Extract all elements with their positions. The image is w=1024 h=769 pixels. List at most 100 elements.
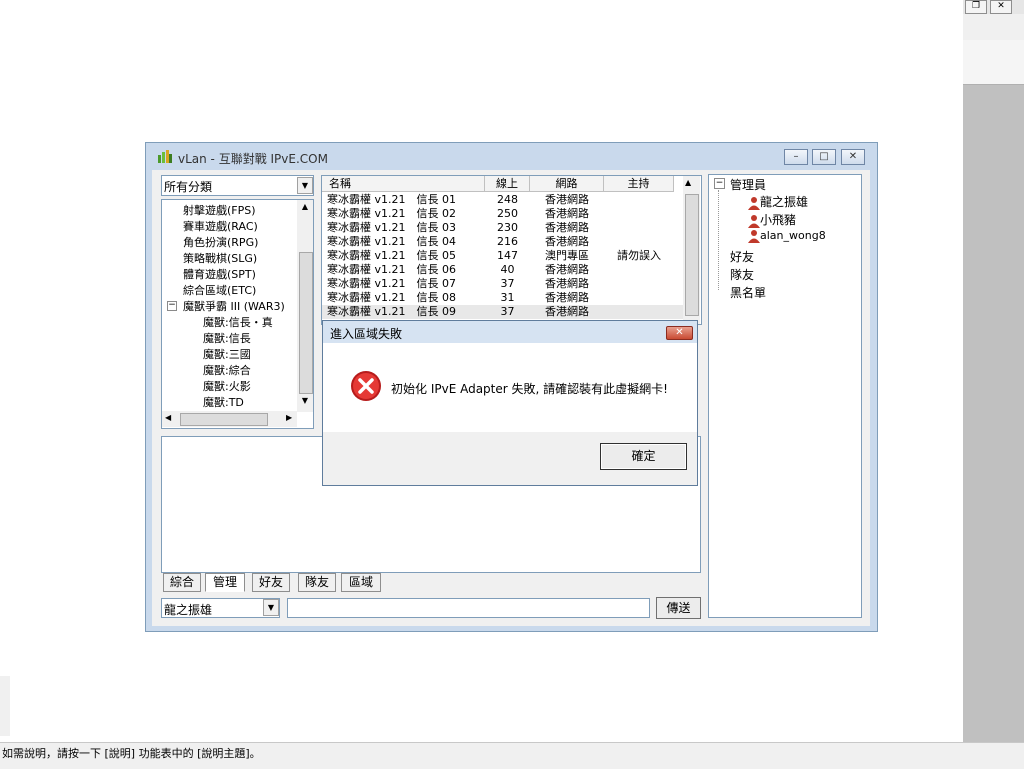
- table-row[interactable]: 寒冰霸權 v1.21 信長 04 216 香港網路: [322, 235, 683, 249]
- chevron-down-glyph: ▼: [267, 603, 275, 612]
- cell-name: 寒冰霸權 v1.21 信長 06: [327, 263, 456, 276]
- person-icon: [748, 196, 760, 210]
- close-icon: ✕: [675, 327, 684, 338]
- column-header-network[interactable]: 網路: [530, 176, 604, 192]
- user-item[interactable]: 龍之振雄: [748, 193, 808, 210]
- table-row[interactable]: 寒冰霸權 v1.21 信長 05 147 澳門專區 請勿誤入: [322, 249, 683, 263]
- cell-online: 216: [497, 235, 518, 248]
- cell-host: [604, 291, 674, 305]
- tree-item[interactable]: 綜合區域(ETC): [183, 282, 256, 298]
- tree-item-label: 魔獸:三國: [203, 348, 251, 361]
- tree-item[interactable]: 體育遊戲(SPT): [183, 266, 256, 282]
- user-group-admin[interactable]: 管理員: [730, 176, 766, 193]
- tree-horizontal-scrollbar[interactable]: ◀ ▶: [162, 411, 297, 427]
- host-restore-button[interactable]: ❐: [965, 0, 987, 14]
- cell-online: 37: [500, 305, 515, 318]
- tree-item[interactable]: 策略戰棋(SLG): [183, 250, 257, 266]
- dialog-message: 初始化 IPvE Adapter 失敗, 請確認裝有此虛擬網卡!: [391, 382, 668, 396]
- tree-item[interactable]: 魔獸:TD: [203, 394, 244, 410]
- message-input[interactable]: [287, 598, 650, 618]
- user-item[interactable]: 小飛豬: [748, 211, 796, 228]
- tree-item-label: 賽車遊戲(RAC): [183, 220, 258, 233]
- tab-admin[interactable]: 管理: [205, 573, 245, 592]
- user-group-friends[interactable]: 好友: [730, 248, 754, 265]
- cell-name: 寒冰霸權 v1.21 信長 04: [327, 235, 456, 248]
- cell-host: [604, 207, 674, 221]
- tab-teammates[interactable]: 隊友: [298, 573, 336, 592]
- tree-item[interactable]: 魔獸:信長: [203, 330, 251, 346]
- person-icon: [748, 214, 760, 228]
- tab-zone[interactable]: 區域: [341, 573, 381, 592]
- host-left-edge: [0, 676, 10, 736]
- maximize-icon: □: [819, 151, 829, 162]
- tree-item[interactable]: 魔獸:火影: [203, 378, 251, 394]
- tree-item[interactable]: 魔獸:三國: [203, 346, 251, 362]
- cell-network: 香港網路: [545, 263, 589, 276]
- dialog-close-button[interactable]: ✕: [666, 326, 693, 340]
- table-row[interactable]: 寒冰霸權 v1.21 信長 07 37 香港網路: [322, 277, 683, 291]
- error-icon: [351, 371, 381, 401]
- chevron-down-icon[interactable]: ▼: [297, 177, 313, 194]
- column-header-online[interactable]: 線上: [485, 176, 530, 192]
- cell-name: 寒冰霸權 v1.21 信長 02: [327, 207, 456, 220]
- send-button[interactable]: 傳送: [656, 597, 701, 619]
- cell-network: 香港網路: [545, 235, 589, 248]
- host-close-button[interactable]: ✕: [990, 0, 1012, 14]
- ok-button[interactable]: 確定: [600, 443, 687, 470]
- table-row[interactable]: 寒冰霸權 v1.21 信長 09 37 香港網路: [322, 305, 683, 319]
- tree-item[interactable]: 魔獸爭霸 III (WAR3): [183, 298, 285, 314]
- column-header-name[interactable]: 名稱: [322, 176, 485, 192]
- collapse-icon[interactable]: −: [167, 301, 177, 311]
- window-title: vLan - 互聯對戰 IPvE.COM: [178, 152, 328, 166]
- cell-host: [604, 277, 674, 291]
- tree-guide-line: [718, 190, 720, 290]
- tree-item-label: 角色扮演(RPG): [183, 236, 259, 249]
- scroll-down-icon[interactable]: ▼: [298, 396, 312, 408]
- cell-network: 澳門專區: [545, 249, 589, 262]
- host-toolbar: [963, 14, 1024, 41]
- cell-name: 寒冰霸權 v1.21 信長 03: [327, 221, 456, 234]
- tree-item[interactable]: 魔獸:信長・真: [203, 314, 273, 330]
- chevron-down-icon[interactable]: ▼: [263, 599, 279, 616]
- person-icon: [748, 230, 760, 243]
- minimize-icon: –: [793, 151, 799, 162]
- column-header-host[interactable]: 主持: [604, 176, 674, 192]
- tree-item[interactable]: 角色扮演(RPG): [183, 234, 258, 250]
- room-scroll-thumb[interactable]: [685, 194, 699, 316]
- scroll-up-icon[interactable]: ▲: [298, 202, 312, 214]
- tree-hscroll-thumb[interactable]: [180, 413, 268, 426]
- tree-item[interactable]: 魔獸:綜合: [203, 362, 251, 378]
- user-group-blacklist[interactable]: 黑名單: [730, 284, 766, 301]
- vlan-app-icon: [158, 150, 172, 163]
- user-name: 龍之振雄: [760, 195, 809, 209]
- table-row[interactable]: 寒冰霸權 v1.21 信長 06 40 香港網路: [322, 263, 683, 277]
- status-text: 如需說明，請按一下 [說明] 功能表中的 [說明主題]。: [2, 747, 261, 760]
- tree-item[interactable]: 賽車遊戲(RAC): [183, 218, 258, 234]
- tree-item-label: 體育遊戲(SPT): [183, 268, 256, 281]
- tab-general[interactable]: 綜合: [163, 573, 201, 592]
- table-row[interactable]: 寒冰霸權 v1.21 信長 01 248 香港網路: [322, 193, 683, 207]
- scroll-left-icon[interactable]: ◀: [165, 413, 171, 422]
- tree-vertical-scrollbar[interactable]: ▲ ▼: [297, 200, 313, 412]
- cell-online: 37: [500, 277, 515, 290]
- table-row[interactable]: 寒冰霸權 v1.21 信長 02 250 香港網路: [322, 207, 683, 221]
- tree-item[interactable]: 射擊遊戲(FPS): [183, 202, 256, 218]
- tab-friends[interactable]: 好友: [252, 573, 290, 592]
- table-row[interactable]: 寒冰霸權 v1.21 信長 08 31 香港網路: [322, 291, 683, 305]
- close-button[interactable]: ✕: [841, 149, 865, 165]
- tree-item-label: 魔獸:信長: [203, 332, 251, 345]
- scroll-right-icon[interactable]: ▶: [286, 413, 292, 422]
- user-group-teammates[interactable]: 隊友: [730, 266, 754, 283]
- tree-scroll-thumb[interactable]: [299, 252, 313, 394]
- table-row[interactable]: 寒冰霸權 v1.21 信長 03 230 香港網路: [322, 221, 683, 235]
- minimize-button[interactable]: –: [784, 149, 808, 165]
- room-vertical-scrollbar[interactable]: ▲: [683, 176, 700, 324]
- maximize-button[interactable]: □: [812, 149, 836, 165]
- scroll-up-icon[interactable]: ▲: [685, 178, 691, 187]
- user-name: alan_wong8: [760, 229, 826, 242]
- collapse-icon[interactable]: −: [714, 178, 725, 189]
- cell-online: 147: [497, 249, 518, 262]
- cell-name: 寒冰霸權 v1.21 信長 09: [327, 305, 456, 318]
- host-side-panel: [963, 0, 1024, 768]
- user-item[interactable]: alan_wong8: [748, 229, 826, 243]
